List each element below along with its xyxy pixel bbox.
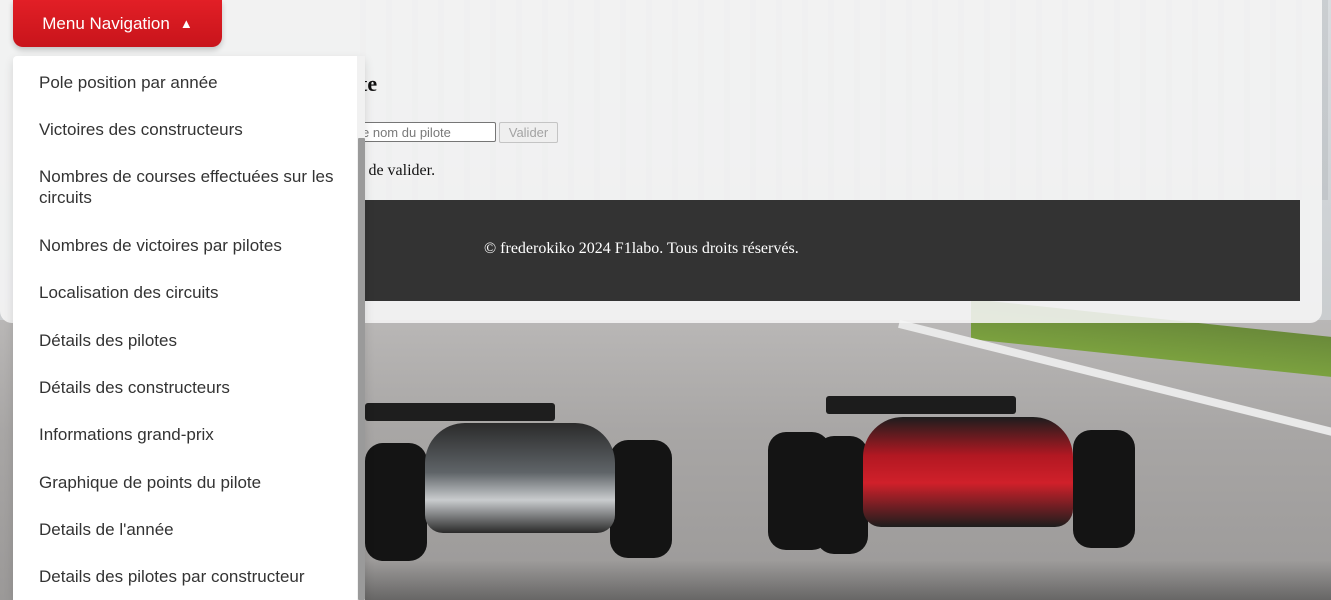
car-silver (365, 378, 675, 561)
caret-up-icon: ▲ (179, 16, 193, 31)
menu-item-courses-circuits[interactable]: Nombres de courses effectuées sur les ci… (39, 166, 339, 208)
car-red-body (863, 417, 1073, 527)
menu-navigation-label: Menu Navigation (42, 13, 170, 33)
car-red-wheel-left-2 (816, 436, 868, 554)
menu-item-victoires-pilotes[interactable]: Nombres de victoires par pilotes (39, 235, 339, 256)
car-silver-wheel-right (610, 440, 672, 558)
car-red-wheel-right (1073, 430, 1135, 548)
menu-item-graphique-points[interactable]: Graphique de points du pilote (39, 472, 339, 493)
menu-item-pole-position[interactable]: Pole position par année (39, 72, 339, 93)
car-red-rear-wing (826, 396, 1016, 414)
menu-item-localisation-circuits[interactable]: Localisation des circuits (39, 282, 339, 303)
menu-scrollbar[interactable] (357, 56, 365, 600)
car-red (768, 372, 1148, 554)
menu-item-pilotes-par-constructeur[interactable]: Details des pilotes par constructeur (39, 566, 339, 587)
submit-button[interactable]: Valider (499, 122, 558, 143)
menu-item-details-constructeurs[interactable]: Détails des constructeurs (39, 377, 339, 398)
car-silver-rear-wing (365, 403, 555, 421)
menu-item-victoires-constructeurs[interactable]: Victoires des constructeurs (39, 119, 339, 140)
track-shadow (360, 560, 1331, 600)
car-silver-body (425, 423, 615, 533)
menu-item-details-annee[interactable]: Details de l'année (39, 519, 339, 540)
pilot-name-input[interactable] (355, 122, 496, 142)
menu-scrollbar-thumb[interactable] (358, 138, 365, 600)
menu-navigation-button[interactable]: Menu Navigation ▲ (13, 0, 222, 47)
copyright-text: © frederokiko 2024 F1labo. Tous droits r… (484, 240, 799, 257)
menu-item-details-pilotes[interactable]: Détails des pilotes (39, 330, 339, 351)
car-silver-wheel-left (365, 443, 427, 561)
menu-item-informations-grand-prix[interactable]: Informations grand-prix (39, 424, 339, 445)
navigation-dropdown: Pole position par année Victoires des co… (13, 56, 365, 600)
instruction-text: t de valider. (360, 162, 436, 179)
